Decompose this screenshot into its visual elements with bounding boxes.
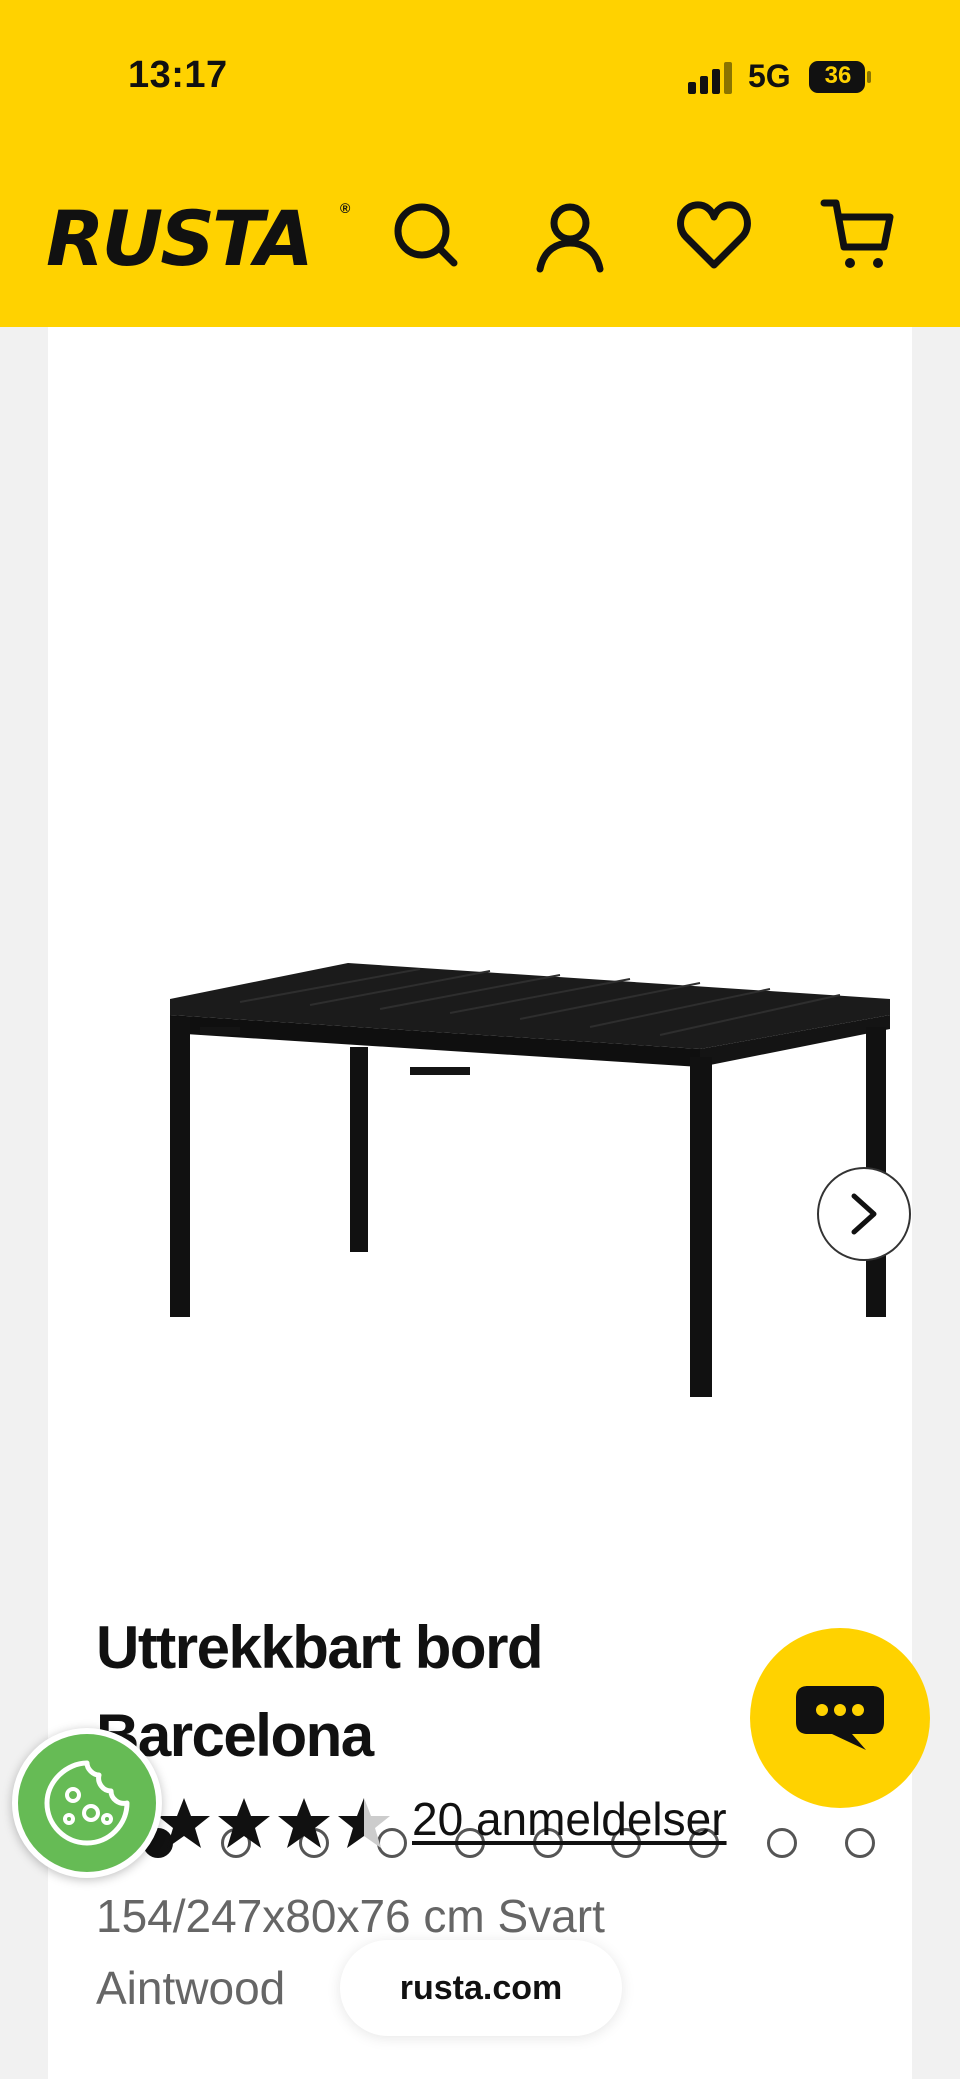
browser-url-bar[interactable]: rusta.com xyxy=(340,1940,622,2036)
gallery-dot[interactable] xyxy=(767,1828,797,1858)
cart-icon[interactable] xyxy=(820,195,896,275)
account-icon[interactable] xyxy=(532,195,608,275)
cookie-settings-button[interactable] xyxy=(12,1728,162,1878)
header-bar: 13:17 5G 36 RUSTA ® xyxy=(0,0,960,327)
cellular-signal-icon xyxy=(688,62,732,94)
chevron-right-icon xyxy=(851,1193,877,1235)
product-image-table[interactable] xyxy=(160,957,920,1467)
wishlist-heart-icon[interactable] xyxy=(676,195,752,275)
star-icon xyxy=(158,1798,210,1848)
registered-mark: ® xyxy=(340,200,351,216)
network-type: 5G xyxy=(748,58,791,94)
search-icon[interactable] xyxy=(388,195,464,275)
cookie-icon xyxy=(44,1760,130,1846)
chat-bubble-icon xyxy=(796,1686,884,1750)
product-title: Uttrekkbart bord Barcelona xyxy=(96,1614,544,1769)
chat-button[interactable] xyxy=(750,1628,930,1808)
star-icon xyxy=(218,1798,270,1848)
reviews-link[interactable]: 20 anmeldelser xyxy=(412,1792,727,1846)
star-icon xyxy=(278,1798,330,1848)
battery-level: 36 xyxy=(824,62,852,89)
rusta-logo[interactable]: RUSTA xyxy=(46,194,314,284)
status-time: 13:17 xyxy=(128,54,228,96)
gallery-dot[interactable] xyxy=(845,1828,875,1858)
gallery-next-button[interactable] xyxy=(817,1167,911,1261)
